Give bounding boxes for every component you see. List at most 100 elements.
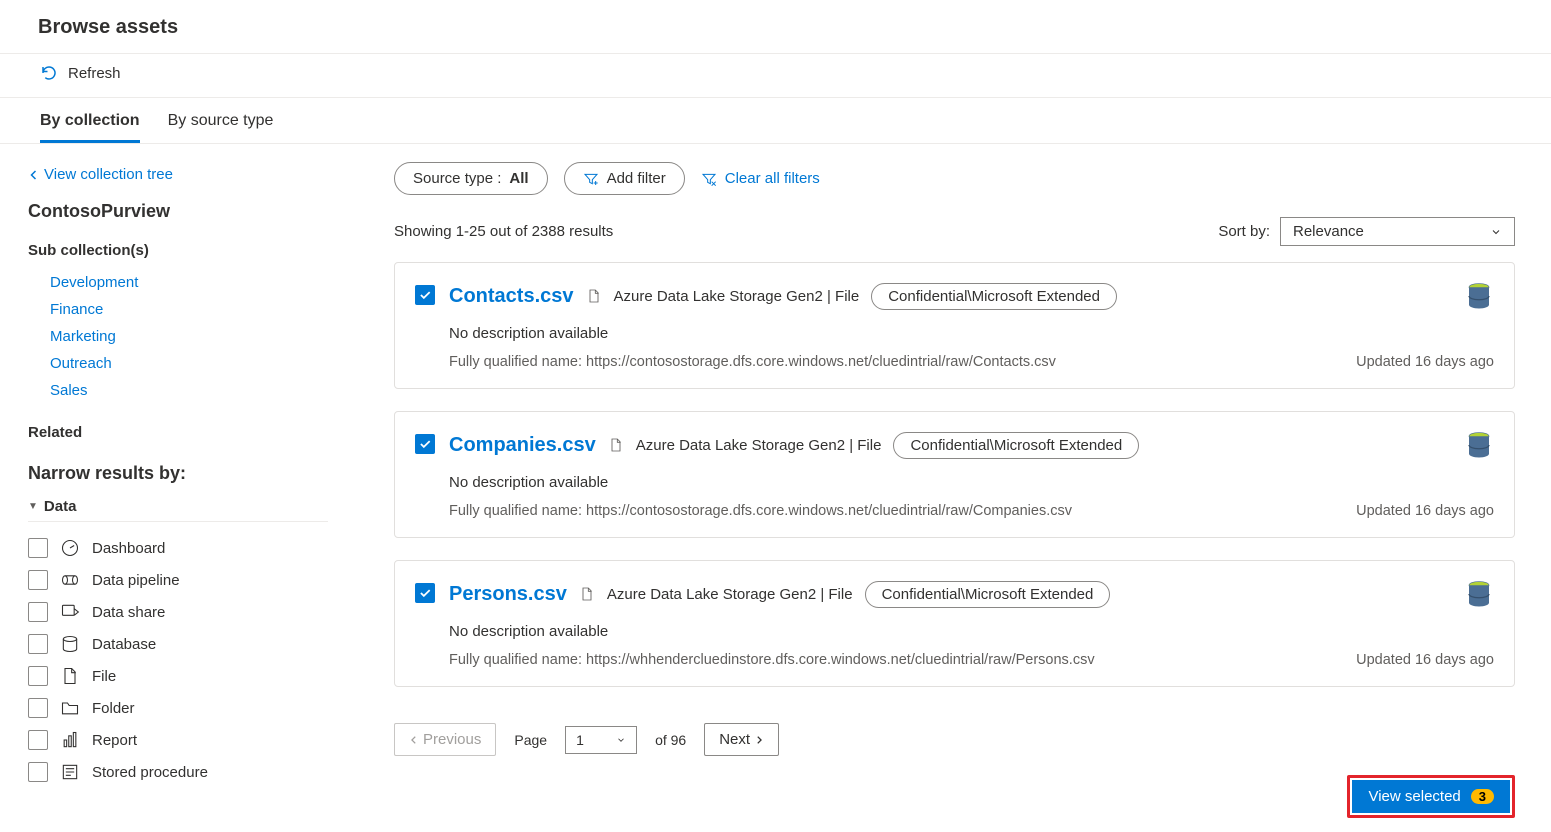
facet-report[interactable]: Report bbox=[28, 724, 328, 756]
result-title-link[interactable]: Persons.csv bbox=[449, 583, 567, 606]
next-page-button[interactable]: Next bbox=[704, 723, 779, 756]
refresh-button[interactable]: Refresh bbox=[40, 64, 121, 82]
result-checkbox[interactable] bbox=[415, 583, 435, 603]
result-checkbox[interactable] bbox=[415, 434, 435, 454]
sort-dropdown[interactable]: Relevance bbox=[1280, 217, 1515, 246]
source-type-filter-pill[interactable]: Source type : All bbox=[394, 162, 548, 195]
database-icon bbox=[60, 634, 80, 654]
checkbox[interactable] bbox=[28, 730, 48, 750]
add-filter-button[interactable]: Add filter bbox=[564, 162, 685, 195]
subcollection-link[interactable]: Sales bbox=[28, 377, 328, 404]
next-label: Next bbox=[719, 731, 750, 748]
filter-clear-icon bbox=[701, 171, 717, 187]
view-collection-tree-label: View collection tree bbox=[44, 166, 173, 183]
storage-icon bbox=[1464, 579, 1494, 609]
clear-filters-link[interactable]: Clear all filters bbox=[701, 170, 820, 187]
command-bar: Refresh bbox=[0, 54, 1551, 98]
document-icon bbox=[608, 436, 624, 454]
sort-wrap: Sort by: Relevance bbox=[1218, 217, 1515, 246]
result-description: No description available bbox=[449, 623, 1494, 640]
result-updated: Updated 16 days ago bbox=[1356, 354, 1494, 370]
previous-label: Previous bbox=[423, 731, 481, 748]
report-icon bbox=[60, 730, 80, 750]
checkbox[interactable] bbox=[28, 602, 48, 622]
facet-data-pipeline[interactable]: Data pipeline bbox=[28, 564, 328, 596]
result-card: Contacts.csv Azure Data Lake Storage Gen… bbox=[394, 262, 1515, 389]
share-icon bbox=[60, 602, 80, 622]
sort-value: Relevance bbox=[1293, 223, 1364, 240]
page-select[interactable]: 1 bbox=[565, 726, 637, 754]
result-card: Companies.csv Azure Data Lake Storage Ge… bbox=[394, 411, 1515, 538]
subcollection-link[interactable]: Marketing bbox=[28, 323, 328, 350]
facet-label: Data pipeline bbox=[92, 572, 180, 589]
checkbox[interactable] bbox=[28, 538, 48, 558]
facet-database[interactable]: Database bbox=[28, 628, 328, 660]
facet-dashboard[interactable]: Dashboard bbox=[28, 532, 328, 564]
result-count: Showing 1-25 out of 2388 results bbox=[394, 223, 613, 240]
checkbox[interactable] bbox=[28, 570, 48, 590]
result-updated: Updated 16 days ago bbox=[1356, 503, 1494, 519]
pager: Previous Page 1 of 96 Next bbox=[394, 709, 1515, 770]
page-of-label: of 96 bbox=[655, 732, 686, 748]
result-card: Persons.csv Azure Data Lake Storage Gen2… bbox=[394, 560, 1515, 687]
result-source: Azure Data Lake Storage Gen2 | File bbox=[614, 288, 860, 305]
chevron-down-icon bbox=[616, 735, 626, 745]
facet-group-label: Data bbox=[44, 498, 77, 515]
main-panel: Source type : All Add filter Clear all f… bbox=[358, 144, 1551, 832]
result-updated: Updated 16 days ago bbox=[1356, 652, 1494, 668]
caret-down-icon: ▼ bbox=[28, 501, 38, 512]
facet-label: Database bbox=[92, 636, 156, 653]
result-title-link[interactable]: Companies.csv bbox=[449, 434, 596, 457]
classification-pill: Confidential\Microsoft Extended bbox=[893, 432, 1139, 459]
facet-label: Dashboard bbox=[92, 540, 165, 557]
folder-icon bbox=[60, 698, 80, 718]
facet-file[interactable]: File bbox=[28, 660, 328, 692]
collection-name: ContosoPurview bbox=[28, 201, 328, 222]
view-selected-button[interactable]: View selected 3 bbox=[1352, 780, 1510, 813]
tab-by-collection[interactable]: By collection bbox=[40, 98, 140, 143]
document-icon bbox=[579, 585, 595, 603]
facet-stored-procedure[interactable]: Stored procedure bbox=[28, 756, 328, 788]
previous-page-button[interactable]: Previous bbox=[394, 723, 496, 756]
sort-label: Sort by: bbox=[1218, 223, 1270, 240]
sub-collections-list: Development Finance Marketing Outreach S… bbox=[28, 269, 328, 404]
source-type-label: Source type : bbox=[413, 170, 501, 187]
tabs: By collection By source type bbox=[0, 98, 1551, 144]
checkbox[interactable] bbox=[28, 634, 48, 654]
view-collection-tree-link[interactable]: View collection tree bbox=[28, 166, 173, 183]
subcollection-link[interactable]: Outreach bbox=[28, 350, 328, 377]
result-title-link[interactable]: Contacts.csv bbox=[449, 285, 574, 308]
facet-data-share[interactable]: Data share bbox=[28, 596, 328, 628]
page-label: Page bbox=[514, 732, 547, 748]
result-description: No description available bbox=[449, 474, 1494, 491]
clear-filters-label: Clear all filters bbox=[725, 170, 820, 187]
facet-label: Stored procedure bbox=[92, 764, 208, 781]
checkbox[interactable] bbox=[28, 762, 48, 782]
gauge-icon bbox=[60, 538, 80, 558]
stored-procedure-icon bbox=[60, 762, 80, 782]
check-icon bbox=[418, 437, 432, 451]
results-list: Contacts.csv Azure Data Lake Storage Gen… bbox=[394, 262, 1515, 687]
subcollection-link[interactable]: Finance bbox=[28, 296, 328, 323]
related-heading: Related bbox=[28, 424, 328, 441]
chevron-left-icon bbox=[28, 169, 40, 181]
result-source: Azure Data Lake Storage Gen2 | File bbox=[636, 437, 882, 454]
checkbox[interactable] bbox=[28, 666, 48, 686]
current-page: 1 bbox=[576, 732, 584, 748]
chevron-left-icon bbox=[409, 735, 419, 745]
checkbox[interactable] bbox=[28, 698, 48, 718]
facet-folder[interactable]: Folder bbox=[28, 692, 328, 724]
document-icon bbox=[586, 287, 602, 305]
pipeline-icon bbox=[60, 570, 80, 590]
chevron-right-icon bbox=[754, 735, 764, 745]
facet-group-data[interactable]: ▼ Data bbox=[28, 498, 328, 522]
add-filter-label: Add filter bbox=[607, 170, 666, 187]
subcollection-link[interactable]: Development bbox=[28, 269, 328, 296]
tab-by-source-type[interactable]: By source type bbox=[168, 98, 274, 143]
result-checkbox[interactable] bbox=[415, 285, 435, 305]
narrow-results-heading: Narrow results by: bbox=[28, 463, 328, 484]
facet-label: Report bbox=[92, 732, 137, 749]
selected-count-badge: 3 bbox=[1471, 789, 1494, 804]
sub-collections-heading: Sub collection(s) bbox=[28, 242, 328, 259]
view-selected-highlight: View selected 3 bbox=[1347, 775, 1515, 818]
